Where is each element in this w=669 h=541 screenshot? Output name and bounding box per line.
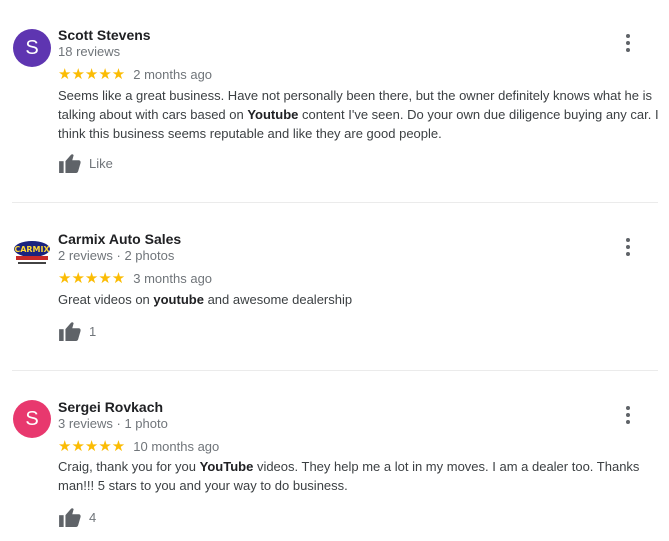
rating-row: ★★★★★ 3 months ago (58, 271, 212, 287)
svg-text:CARMIX: CARMIX (14, 245, 50, 254)
more-options-icon[interactable] (621, 238, 635, 256)
star-rating: ★★★★★ (58, 438, 126, 455)
reviewer-meta: 3 reviews · 1 photo (58, 416, 168, 431)
divider (12, 370, 658, 371)
like-count: 1 (89, 323, 97, 339)
more-options-icon[interactable] (621, 34, 635, 52)
avatar[interactable]: S (13, 29, 51, 67)
reviewer-name[interactable]: Scott Stevens (58, 27, 151, 43)
review-text: Great videos on youtube and awesome deal… (58, 292, 353, 307)
review-date: 2 months ago (133, 67, 213, 82)
carmix-logo-icon[interactable]: CARMIX (12, 236, 52, 266)
review-date: 10 months ago (133, 439, 220, 454)
like-count: 4 (89, 509, 97, 525)
avatar[interactable]: S (13, 400, 51, 438)
thumbs-up-icon (59, 322, 81, 341)
like-button[interactable]: 1 (59, 321, 96, 341)
rating-row: ★★★★★ 2 months ago (58, 67, 212, 83)
review-date: 3 months ago (133, 271, 213, 286)
review-text: Seems like a great business. Have not pe… (58, 88, 659, 141)
thumbs-up-icon (59, 508, 81, 527)
star-rating: ★★★★★ (58, 270, 126, 287)
like-label: Like (89, 155, 113, 171)
reviewer-meta: 18 reviews (58, 44, 121, 59)
reviewer-meta: 2 reviews · 2 photos (58, 248, 175, 263)
reviewer-name[interactable]: Sergei Rovkach (58, 399, 163, 415)
reviewer-name[interactable]: Carmix Auto Sales (58, 231, 181, 247)
star-rating: ★★★★★ (58, 66, 126, 83)
review-text: Craig, thank you for you YouTube videos.… (58, 459, 640, 493)
rating-row: ★★★★★ 10 months ago (58, 439, 219, 455)
like-button[interactable]: 4 (59, 507, 96, 527)
like-button[interactable]: Like (59, 153, 113, 173)
divider (12, 202, 658, 203)
thumbs-up-icon (59, 154, 81, 173)
more-options-icon[interactable] (621, 406, 635, 424)
